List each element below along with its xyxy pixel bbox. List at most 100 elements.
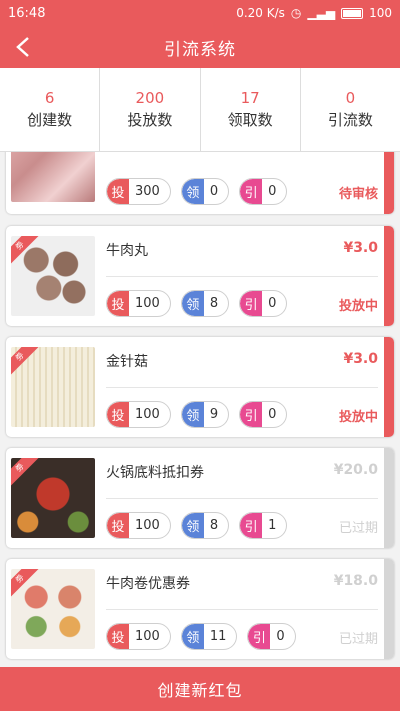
metric-claimed: 领0 — [180, 178, 230, 205]
metric-claimed: 领 11 — [180, 623, 238, 650]
coupon-metrics: 投 100 领8 引0 — [106, 290, 288, 317]
signal-icon: ▁▃▅ — [307, 6, 336, 20]
coupon-ribbon: 劵 — [11, 458, 41, 489]
traffic-tag: 引 — [240, 179, 263, 204]
traffic-tag: 引 — [248, 624, 271, 649]
status-bar: 16:48 0.20 K/s ◷ ▁▃▅ 100 — [0, 0, 400, 26]
metric-claimed: 领9 — [180, 401, 230, 428]
metric-traffic: 引0 — [239, 178, 288, 205]
coupon-status: 投放中 — [338, 410, 378, 425]
stat-traffic: 0 引流数 — [301, 68, 400, 151]
coupon-price: ¥20.0 — [333, 462, 378, 478]
stat-value: 200 — [135, 89, 165, 107]
divider — [106, 609, 378, 610]
app-bar: 引流系统 — [0, 26, 400, 68]
coupon-card[interactable]: 劵 金针菇 ¥3.0 投 100 领9 引0 投放中 — [6, 337, 394, 437]
divider — [106, 387, 378, 388]
coupon-card[interactable]: 投 300 领0 引0 待审核 — [6, 152, 394, 214]
alarm-icon: ◷ — [290, 6, 302, 20]
coupon-name: 牛肉丸 — [106, 243, 148, 259]
status-strip — [384, 337, 394, 437]
placed-tag: 投 — [107, 402, 129, 427]
stat-label: 创建数 — [27, 111, 73, 129]
network-speed: 0.20 K/s — [236, 6, 285, 20]
coupon-card[interactable]: 劵 牛肉卷优惠券 ¥18.0 投 100 领 11 引0 已过期 — [6, 559, 394, 659]
placed-tag: 投 — [107, 291, 129, 316]
metric-claimed: 领8 — [180, 290, 230, 317]
metric-traffic: 引0 — [239, 290, 288, 317]
metric-placed: 投 100 — [106, 623, 171, 650]
coupon-name: 牛肉卷优惠券 — [106, 576, 190, 592]
metric-traffic: 引1 — [239, 512, 288, 539]
placed-tag: 投 — [107, 624, 129, 649]
battery-level: 100 — [369, 6, 392, 20]
coupon-name: 火锅底料抵扣券 — [106, 465, 204, 481]
claimed-count: 8 — [209, 296, 219, 311]
metric-placed: 投 300 — [106, 178, 171, 205]
traffic-tag: 引 — [240, 402, 263, 427]
claimed-tag: 领 — [181, 513, 204, 538]
traffic-tag: 引 — [240, 291, 263, 316]
claimed-tag: 领 — [181, 291, 204, 316]
coupon-ribbon: 劵 — [11, 347, 41, 378]
coupon-card[interactable]: 劵 牛肉丸 ¥3.0 投 100 领8 引0 投放中 — [6, 226, 394, 326]
placed-count: 300 — [135, 184, 160, 199]
stat-value: 17 — [240, 89, 260, 107]
coupon-metrics: 投 100 领8 引1 — [106, 512, 288, 539]
status-strip — [384, 226, 394, 326]
stat-value: 0 — [345, 89, 356, 107]
stat-value: 6 — [44, 89, 55, 107]
coupon-price: ¥18.0 — [333, 573, 378, 589]
traffic-count: 0 — [268, 184, 277, 199]
traffic-tag: 引 — [240, 513, 263, 538]
claimed-count: 8 — [209, 518, 219, 533]
placed-tag: 投 — [107, 513, 129, 538]
status-strip — [384, 448, 394, 548]
status-time: 16:48 — [8, 5, 46, 21]
battery-icon — [341, 7, 364, 19]
claimed-count: 9 — [209, 407, 219, 422]
claimed-count: 11 — [209, 629, 227, 644]
coupon-thumbnail: 劵 — [11, 569, 95, 649]
claimed-tag: 领 — [181, 179, 204, 204]
coupon-price: ¥3.0 — [343, 240, 378, 256]
page-title: 引流系统 — [164, 39, 236, 60]
claimed-tag: 领 — [181, 402, 204, 427]
stat-label: 引流数 — [327, 111, 373, 129]
metric-traffic: 引0 — [247, 623, 296, 650]
stat-label: 领取数 — [227, 111, 273, 129]
traffic-count: 0 — [276, 629, 285, 644]
coupon-list[interactable]: 投 300 领0 引0 待审核 劵 牛肉丸 ¥3.0 投 100 领8 引0 投放中… — [0, 152, 400, 667]
coupon-card[interactable]: 劵 火锅底料抵扣券 ¥20.0 投 100 领8 引1 已过期 — [6, 448, 394, 548]
coupon-metrics: 投 300 领0 引0 — [106, 178, 288, 205]
stat-label: 投放数 — [127, 111, 173, 129]
traffic-count: 0 — [268, 407, 277, 422]
coupon-thumbnail: 劵 — [11, 347, 95, 427]
traffic-count: 0 — [268, 296, 277, 311]
coupon-metrics: 投 100 领 11 引0 — [106, 623, 296, 650]
chevron-left-icon — [16, 37, 29, 57]
stat-placed: 200 投放数 — [100, 68, 201, 151]
metric-placed: 投 100 — [106, 512, 171, 539]
coupon-price: ¥3.0 — [343, 351, 378, 367]
coupon-metrics: 投 100 领9 引0 — [106, 401, 288, 428]
divider — [106, 276, 378, 277]
create-red-packet-button[interactable]: 创建新红包 — [0, 667, 400, 711]
placed-count: 100 — [135, 629, 160, 644]
placed-count: 100 — [135, 407, 160, 422]
placed-tag: 投 — [107, 179, 129, 204]
coupon-status: 已过期 — [338, 521, 378, 536]
coupon-status: 投放中 — [338, 299, 378, 314]
coupon-name: 金针菇 — [106, 354, 148, 370]
stat-claimed: 17 领取数 — [201, 68, 301, 151]
metric-placed: 投 100 — [106, 401, 171, 428]
claimed-count: 0 — [209, 184, 219, 199]
metric-placed: 投 100 — [106, 290, 171, 317]
coupon-status: 已过期 — [338, 632, 378, 647]
back-button[interactable] — [10, 34, 36, 60]
placed-count: 100 — [135, 518, 160, 533]
status-strip — [384, 559, 394, 659]
coupon-thumbnail: 劵 — [11, 236, 95, 316]
metric-traffic: 引0 — [239, 401, 288, 428]
divider — [106, 498, 378, 499]
